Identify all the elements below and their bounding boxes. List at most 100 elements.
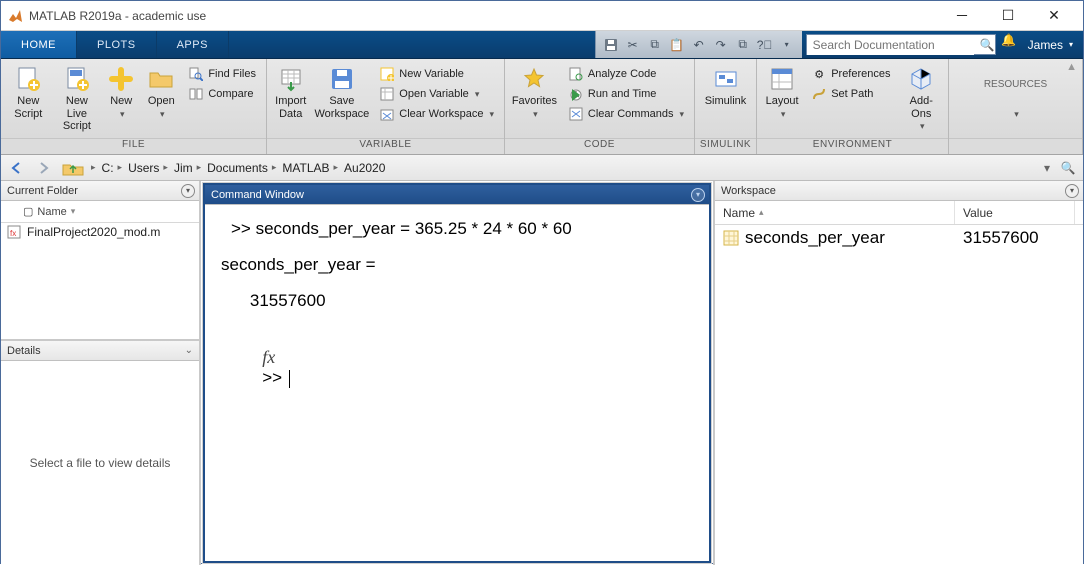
list-item[interactable]: fx FinalProject2020_mod.m [1,223,199,241]
search-box[interactable]: 🔍 [806,34,996,55]
group-resources: RESOURCES ▾ [949,59,1083,154]
open-folder-icon [147,65,175,93]
breadcrumb-seg-4[interactable]: ▸MATLAB [272,161,330,175]
new-button[interactable]: New▾ [104,63,138,120]
find-files-icon [188,66,204,82]
set-path-label: Set Path [831,88,873,100]
addons-button[interactable]: Add-Ons▾ [901,63,943,133]
user-menu[interactable]: James ▾ [1018,31,1083,58]
command-window-header[interactable]: Command Window ▾ [205,185,709,205]
import-data-button[interactable]: Import Data [273,63,308,120]
breadcrumb-seg-0[interactable]: ▸C: [91,161,114,175]
command-window-body[interactable]: >> seconds_per_year = 365.25 * 24 * 60 *… [205,205,709,561]
set-path-button[interactable]: Set Path [807,85,894,103]
simulink-button[interactable]: Simulink [701,63,750,108]
save-workspace-button[interactable]: Save Workspace [314,63,369,120]
fx-icon[interactable]: fx [262,347,275,367]
tab-plots[interactable]: PLOTS [77,31,157,58]
new-script-label: New Script [7,95,50,120]
tab-apps[interactable]: APPS [157,31,229,58]
group-simulink-label: SIMULINK [695,138,756,154]
tab-home[interactable]: HOME [1,31,77,58]
redo-icon[interactable]: ↷ [712,36,730,54]
details-empty-message: Select a file to view details [30,456,171,470]
maximize-button[interactable]: ☐ [985,2,1031,30]
new-variable-button[interactable]: New Variable [375,65,498,83]
new-live-script-button[interactable]: New Live Script [56,63,99,133]
search-input[interactable] [807,35,974,55]
panel-menu-icon[interactable]: ▾ [691,188,705,202]
undo-icon[interactable]: ↶ [690,36,708,54]
preferences-button[interactable]: ⚙ Preferences [807,65,894,83]
panel-menu-icon[interactable]: ▾ [1065,184,1079,198]
addons-icon [907,65,935,93]
window-title: MATLAB R2019a - academic use [29,9,939,23]
details-header[interactable]: Details ⌄ [1,341,199,361]
group-file: New Script New Live Script New▾ Open▾ Fi… [1,59,267,154]
new-variable-label: New Variable [399,68,464,80]
workspace-name-column[interactable]: Name ▴ [715,201,955,224]
search-icon[interactable]: 🔍 [974,38,1001,52]
analyze-code-button[interactable]: Analyze Code [564,65,688,83]
chevron-down-icon[interactable]: ⌄ [185,345,193,356]
addons-label: Add-Ons [910,95,933,120]
up-folder-icon[interactable] [59,158,87,178]
save-workspace-icon [328,65,356,93]
workspace-value-column[interactable]: Value [955,201,1075,224]
variable-value: 31557600 [963,228,1039,248]
address-dropdown-icon[interactable]: ▾ [1039,161,1055,175]
run-and-time-button[interactable]: Run and Time [564,85,688,103]
forward-arrow-icon[interactable] [33,158,55,178]
details-title: Details [7,345,41,357]
current-folder-title: Current Folder [7,185,78,197]
breadcrumb-seg-1[interactable]: ▸Users [118,161,160,175]
layout-button[interactable]: Layout▾ [763,63,801,120]
find-files-button[interactable]: Find Files [184,65,260,83]
breadcrumb-seg-2[interactable]: ▸Jim [163,161,192,175]
command-window-panel: Command Window ▾ >> seconds_per_year = 3… [203,183,711,563]
variable-name: seconds_per_year [745,228,885,248]
details-panel: Details ⌄ Select a file to view details [1,341,199,565]
browse-folder-icon[interactable]: 🔍 [1059,161,1077,175]
main-area: Current Folder ▾ ▢ Name ▾ fx FinalProjec… [1,181,1083,565]
group-environment: Layout▾ ⚙ Preferences Set Path Add-Ons▾ … [757,59,949,154]
new-script-button[interactable]: New Script [7,63,50,120]
clear-commands-button[interactable]: Clear Commands ▾ [564,105,688,123]
new-live-script-icon [63,65,91,93]
group-code-label: CODE [505,138,694,154]
save-icon[interactable] [602,36,620,54]
resources-button[interactable]: RESOURCES ▾ [981,77,1051,120]
panel-menu-icon[interactable]: ▾ [181,184,195,198]
open-variable-button[interactable]: Open Variable ▾ [375,85,498,103]
new-script-icon [14,65,42,93]
open-button[interactable]: Open▾ [144,63,178,120]
save-workspace-label: Save Workspace [314,95,369,120]
chevron-down-icon: ▾ [1014,109,1019,120]
compare-button[interactable]: Compare [184,85,260,103]
minimize-button[interactable]: － [939,2,985,30]
breadcrumb-seg-3[interactable]: ▸Documents [197,161,268,175]
copy-icon[interactable]: ⧉ [646,36,664,54]
ribbon-collapse-icon[interactable]: ▲ [1066,61,1077,73]
help-icon[interactable]: ?⃝ [756,36,774,54]
breadcrumb-seg-5[interactable]: ▸Au2020 [334,161,386,175]
current-folder-header[interactable]: Current Folder ▾ [1,181,199,201]
sort-indicator-icon: ▾ [71,206,76,217]
notification-bell-icon[interactable]: 🔔 [1000,31,1018,49]
clear-workspace-button[interactable]: Clear Workspace ▾ [375,105,498,123]
table-row[interactable]: seconds_per_year 31557600 [715,225,1083,251]
quick-access-dropdown-icon[interactable]: ▾ [778,36,796,54]
switch-windows-icon[interactable]: ⧉ [734,36,752,54]
favorites-button[interactable]: Favorites▾ [511,63,558,120]
command-prompt: >> [262,368,287,387]
user-name: James [1028,38,1063,52]
folder-name-column[interactable]: ▢ Name ▾ [1,201,199,223]
command-window-title: Command Window [211,189,304,201]
cut-icon[interactable]: ✂ [624,36,642,54]
title-bar: MATLAB R2019a - academic use － ☐ ✕ [1,1,1083,31]
close-button[interactable]: ✕ [1031,2,1077,30]
analyze-code-icon [568,66,584,82]
workspace-header[interactable]: Workspace ▾ [715,181,1083,201]
paste-icon[interactable]: 📋 [668,36,686,54]
back-arrow-icon[interactable] [7,158,29,178]
